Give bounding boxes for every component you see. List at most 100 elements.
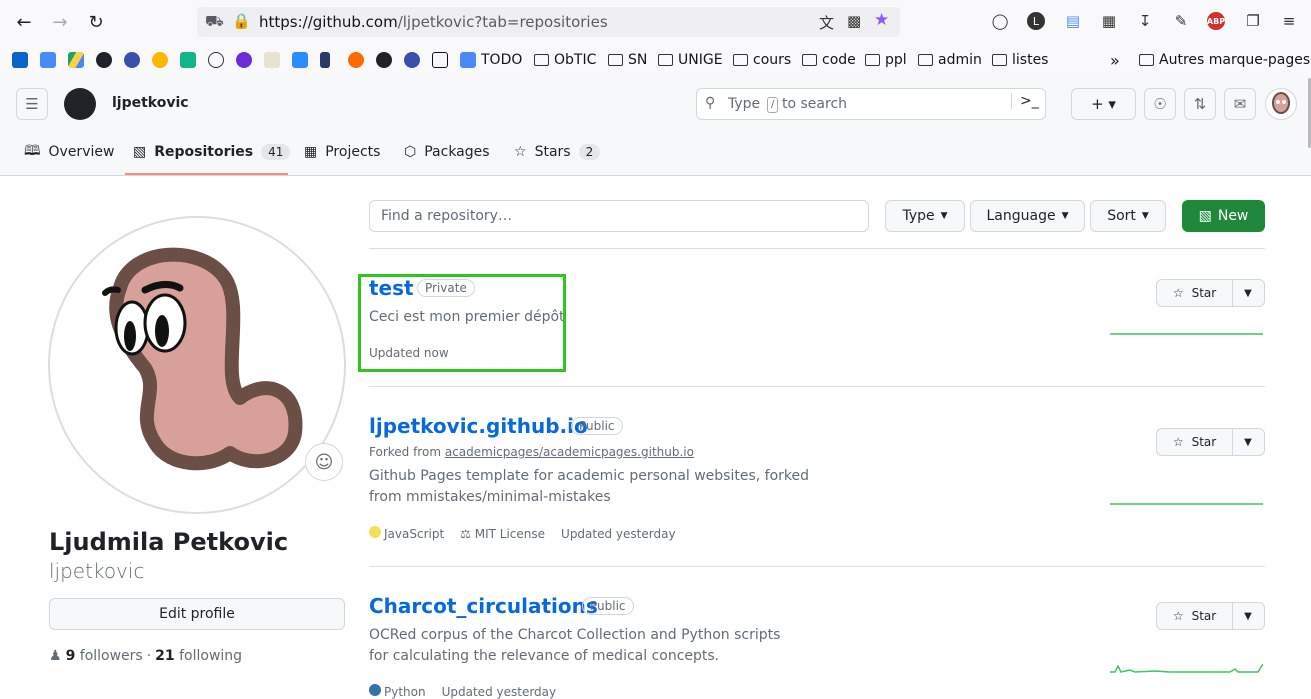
- forward-icon[interactable]: →: [48, 10, 72, 34]
- extension-doc-icon[interactable]: ▤: [1063, 11, 1083, 31]
- repo-license: ⚖ MIT License: [460, 526, 546, 541]
- menu-icon[interactable]: ≡: [1279, 11, 1299, 31]
- bookmark-todo[interactable]: TODO: [460, 50, 522, 70]
- folder-icon: [733, 54, 748, 66]
- profile-avatar[interactable]: [48, 216, 346, 514]
- book-icon: 🕮: [24, 143, 41, 159]
- drive-icon[interactable]: [68, 50, 84, 70]
- bookmark-unige[interactable]: UNIGE: [658, 50, 723, 70]
- apps-grid-icon[interactable]: ▦: [1099, 11, 1119, 31]
- bookmark-sn[interactable]: SN: [608, 50, 647, 70]
- tab-stars[interactable]: ☆ Stars 2: [514, 140, 601, 164]
- translate-bookmark-icon[interactable]: [40, 50, 56, 70]
- package-icon: ⬡: [404, 144, 417, 160]
- repo-name-link[interactable]: ljpetkovic.github.io: [369, 414, 588, 438]
- set-status-smiley-icon[interactable]: ☺: [305, 443, 343, 481]
- pocket-icon[interactable]: ◯: [990, 11, 1010, 31]
- type-filter-dropdown[interactable]: Type ▼: [885, 200, 965, 232]
- bookmark-code[interactable]: code: [802, 50, 856, 70]
- account-icon[interactable]: L: [1027, 12, 1045, 30]
- tab-packages[interactable]: ⬡ Packages: [404, 140, 490, 164]
- pull-requests-icon[interactable]: ⇅: [1184, 88, 1216, 120]
- s-bookmark-2-icon[interactable]: [404, 50, 420, 70]
- github-logo-icon[interactable]: [64, 88, 96, 120]
- star-list-caret-icon[interactable]: ▼: [1232, 429, 1264, 455]
- globe-bookmark-icon[interactable]: [208, 50, 224, 70]
- star-button[interactable]: ☆ Star ▼: [1156, 279, 1265, 307]
- z-bookmark-icon[interactable]: [292, 50, 308, 70]
- chevron-more-icon[interactable]: »: [1110, 50, 1120, 70]
- language-filter-dropdown[interactable]: Language ▼: [970, 200, 1085, 232]
- issues-icon[interactable]: ☉: [1144, 88, 1176, 120]
- star-list-caret-icon[interactable]: ▼: [1232, 603, 1264, 629]
- law-icon: ⚖: [460, 526, 471, 541]
- language-color-dot: [369, 526, 381, 538]
- bookmark-listes[interactable]: listes: [992, 50, 1048, 70]
- url-bar[interactable]: ⛟ 🔒 https://github.com/ljpetkovic?tab=re…: [197, 7, 900, 37]
- stars-count: 2: [578, 144, 601, 160]
- shield-icon[interactable]: ⛟: [205, 12, 224, 32]
- s-small-bookmark-icon[interactable]: [320, 50, 330, 70]
- command-palette-icon[interactable]: >_: [1011, 93, 1039, 109]
- coin-bookmark-icon[interactable]: [152, 50, 168, 70]
- search-input[interactable]: ⚲ Type / to search >_: [696, 88, 1046, 120]
- user-avatar[interactable]: [1265, 88, 1297, 120]
- repo-description: Github Pages template for academic perso…: [369, 468, 810, 505]
- repo-updated: Updated yesterday: [441, 684, 557, 699]
- github-bookmark-icon[interactable]: [96, 50, 112, 70]
- back-icon[interactable]: ←: [12, 10, 36, 34]
- star-button[interactable]: ☆ Star ▼: [1156, 428, 1265, 456]
- url-text[interactable]: https://github.com/ljpetkovic?tab=reposi…: [259, 13, 608, 31]
- people-icon: ♟: [49, 648, 62, 664]
- star-icon: ☆: [1172, 609, 1184, 623]
- purple-bookmark-icon[interactable]: [236, 50, 252, 70]
- forked-from-link[interactable]: academicpages/academicpages.github.io: [445, 445, 694, 459]
- caret-down-icon: ▼: [940, 211, 948, 221]
- bookmark-obtic[interactable]: ObTIC: [534, 50, 596, 70]
- caret-down-icon: ▼: [1141, 211, 1149, 221]
- edit-profile-button[interactable]: Edit profile: [49, 598, 345, 630]
- notes-icon[interactable]: ✎: [1171, 11, 1191, 31]
- followers-link[interactable]: 9 followers: [66, 648, 143, 664]
- star-button[interactable]: ☆ Star ▼: [1156, 602, 1265, 630]
- repo-language: JavaScript: [369, 526, 444, 541]
- lock-icon[interactable]: 🔒: [232, 12, 251, 30]
- folder-icon: [865, 54, 880, 66]
- sort-dropdown[interactable]: Sort ▼: [1090, 200, 1166, 232]
- new-repository-button[interactable]: ▧ New: [1182, 200, 1265, 232]
- repo-name-link[interactable]: Charcot_circulations: [369, 594, 598, 618]
- reader-view-icon[interactable]: ▩: [847, 12, 861, 30]
- translate-icon[interactable]: 文: [819, 12, 834, 33]
- w-bookmark-icon[interactable]: [264, 50, 280, 70]
- bookmark-ppl[interactable]: ppl: [865, 50, 907, 70]
- app-bookmark-icon[interactable]: [180, 50, 196, 70]
- bookmark-admin[interactable]: admin: [918, 50, 982, 70]
- s-bookmark-icon[interactable]: [124, 50, 140, 70]
- star-list-caret-icon[interactable]: ▼: [1232, 280, 1264, 306]
- bookmark-cours[interactable]: cours: [733, 50, 791, 70]
- hamburger-menu-icon[interactable]: ☰: [16, 88, 48, 120]
- following-link[interactable]: 21 following: [155, 648, 242, 664]
- follow-stats: ♟ 9 followers · 21 following: [49, 648, 242, 664]
- bookmark-other[interactable]: Autres marque-pages: [1139, 50, 1310, 70]
- notion-icon[interactable]: [432, 50, 448, 70]
- github-bookmark-2-icon[interactable]: [376, 50, 392, 70]
- tab-overview[interactable]: 🕮 Overview: [24, 140, 114, 164]
- outlook-icon[interactable]: [12, 50, 28, 70]
- highlight-box: [358, 274, 566, 372]
- extensions-puzzle-icon[interactable]: ❐: [1243, 11, 1263, 31]
- orange-bookmark-icon[interactable]: [348, 50, 364, 70]
- search-placeholder-suffix: to search: [782, 96, 848, 112]
- search-placeholder-prefix: Type: [728, 96, 761, 112]
- tab-projects[interactable]: ▦ Projects: [304, 140, 380, 164]
- star-icon: ☆: [1172, 435, 1184, 449]
- adblock-icon[interactable]: ABP: [1207, 12, 1225, 30]
- bookmark-star-icon[interactable]: ★: [874, 10, 889, 30]
- inbox-icon[interactable]: ✉: [1224, 88, 1256, 120]
- find-repository-input[interactable]: Find a repository…: [369, 200, 869, 232]
- create-new-dropdown[interactable]: + ▾: [1071, 88, 1136, 120]
- download-icon[interactable]: ↧: [1135, 11, 1155, 31]
- tab-repositories[interactable]: ▧ Repositories 41: [133, 140, 291, 164]
- header-username[interactable]: ljpetkovic: [112, 95, 189, 111]
- reload-icon[interactable]: ↻: [84, 10, 108, 34]
